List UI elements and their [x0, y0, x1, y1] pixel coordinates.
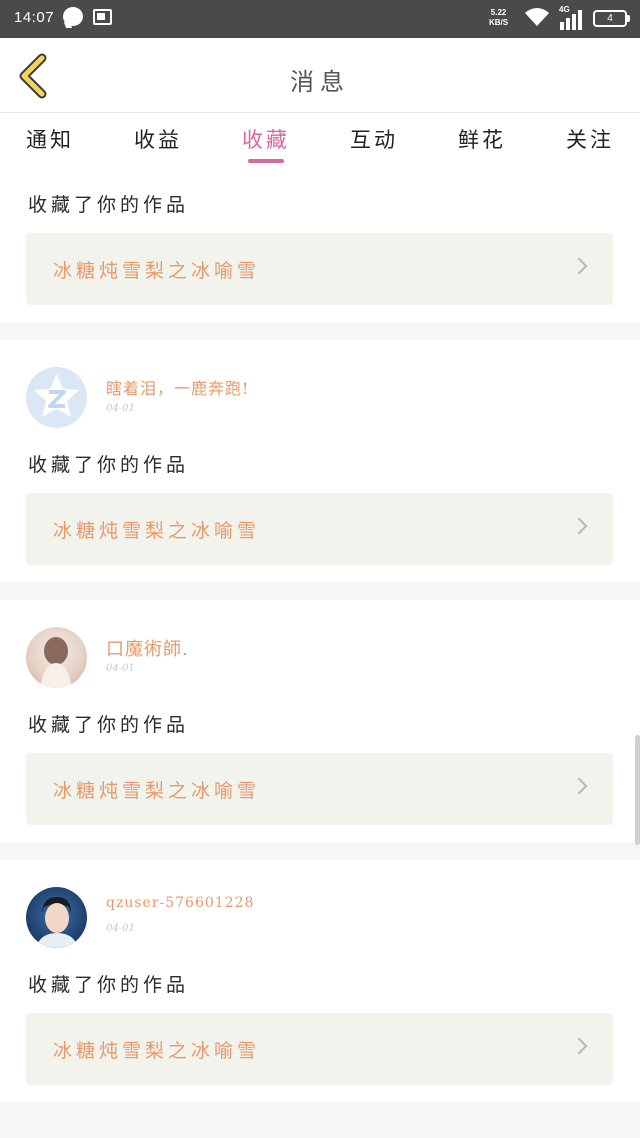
wifi-icon: [525, 8, 549, 26]
message-card: 瞎着泪，一鹿奔跑! 04-01 收藏了你的作品 冰糖炖雪梨之冰喻雪: [0, 340, 640, 582]
user-row[interactable]: qzuser-576601228 04-01: [26, 887, 606, 949]
card-separator: [0, 1102, 640, 1138]
username[interactable]: 瞎着泪，一鹿奔跑!: [106, 375, 249, 399]
chevron-right-icon: [570, 777, 588, 795]
chevron-right-icon: [570, 517, 588, 535]
tab-favorites[interactable]: 收藏: [242, 114, 290, 168]
battery-level: 4: [607, 13, 613, 24]
active-tab-indicator: [248, 159, 284, 163]
chat-bubble-icon: [63, 7, 83, 26]
username[interactable]: 口魔術師.: [106, 635, 189, 661]
tab-label: 收益: [134, 128, 182, 152]
tab-label: 收藏: [242, 128, 290, 152]
battery-icon: 4: [593, 10, 630, 27]
tab-label: 关注: [566, 128, 614, 152]
message-action-text: 收藏了你的作品: [28, 454, 190, 476]
page-title: 消息: [290, 68, 350, 96]
tab-label: 通知: [26, 128, 74, 152]
card-separator: [0, 582, 640, 600]
message-date: 04-01: [106, 663, 135, 674]
work-title: 冰糖炖雪梨之冰喻雪: [53, 780, 261, 802]
qzone-star-icon: [26, 367, 87, 428]
work-title: 冰糖炖雪梨之冰喻雪: [53, 1040, 261, 1062]
message-action-text: 收藏了你的作品: [28, 714, 190, 736]
work-title: 冰糖炖雪梨之冰喻雪: [53, 260, 261, 282]
tab-label: 鲜花: [458, 128, 506, 152]
message-card: 收藏了你的作品 冰糖炖雪梨之冰喻雪: [0, 168, 640, 322]
image-icon: [93, 9, 112, 25]
avatar[interactable]: [26, 887, 87, 948]
status-bar: 14:07 5.22 KB/S 4G 4: [0, 0, 640, 38]
work-title: 冰糖炖雪梨之冰喻雪: [53, 520, 261, 542]
boy-photo-avatar: [36, 897, 78, 948]
tab-label: 互动: [350, 128, 398, 152]
card-separator: [0, 842, 640, 860]
message-card: qzuser-576601228 04-01 收藏了你的作品 冰糖炖雪梨之冰喻雪: [0, 860, 640, 1102]
tab-following[interactable]: 关注: [566, 114, 614, 168]
work-link[interactable]: 冰糖炖雪梨之冰喻雪: [26, 1013, 613, 1085]
message-date: 04-01: [106, 403, 135, 414]
header: 消息: [0, 38, 640, 113]
username[interactable]: qzuser-576601228: [106, 895, 254, 911]
message-action-text: 收藏了你的作品: [28, 974, 190, 996]
network-speed: 5.22 KB/S: [489, 8, 508, 28]
scrollbar[interactable]: [635, 735, 640, 845]
chevron-right-icon: [570, 257, 588, 275]
card-separator: [0, 322, 640, 340]
tab-earnings[interactable]: 收益: [134, 114, 182, 168]
work-link[interactable]: 冰糖炖雪梨之冰喻雪: [26, 493, 613, 565]
message-date: 04-01: [106, 923, 135, 934]
tab-flowers[interactable]: 鲜花: [458, 114, 506, 168]
message-action-text: 收藏了你的作品: [28, 194, 190, 216]
user-row[interactable]: 口魔術師. 04-01: [26, 627, 606, 689]
girl-photo-avatar: [40, 637, 72, 688]
user-row[interactable]: 瞎着泪，一鹿奔跑! 04-01: [26, 367, 606, 429]
network-speed-unit: KB/S: [489, 18, 509, 27]
tab-bar: 通知 收益 收藏 互动 鲜花 关注: [0, 114, 640, 168]
work-link[interactable]: 冰糖炖雪梨之冰喻雪: [26, 233, 613, 305]
work-link[interactable]: 冰糖炖雪梨之冰喻雪: [26, 753, 613, 825]
status-time: 14:07: [14, 9, 55, 26]
avatar[interactable]: [26, 367, 87, 428]
tab-interactions[interactable]: 互动: [350, 114, 398, 168]
message-card: 口魔術師. 04-01 收藏了你的作品 冰糖炖雪梨之冰喻雪: [0, 600, 640, 842]
avatar[interactable]: [26, 627, 87, 688]
chevron-right-icon: [570, 1037, 588, 1055]
tab-notifications[interactable]: 通知: [26, 114, 74, 168]
network-speed-value: 5.22: [490, 8, 507, 17]
